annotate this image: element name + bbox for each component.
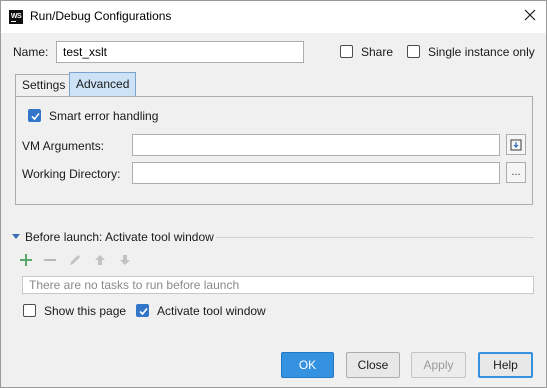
- expand-icon: [510, 139, 522, 151]
- smart-error-checkbox[interactable]: [28, 109, 41, 122]
- run-debug-dialog: WS Run/Debug Configurations Name: Share …: [0, 0, 547, 388]
- tab-advanced[interactable]: Advanced: [69, 72, 137, 96]
- show-page-label: Show this page: [44, 304, 127, 318]
- expand-vm-args-button[interactable]: [506, 134, 526, 155]
- share-label: Share: [361, 45, 394, 59]
- working-dir-input[interactable]: [132, 162, 500, 184]
- checkmark-icon: [31, 112, 40, 121]
- window-title: Run/Debug Configurations: [30, 9, 172, 23]
- close-button[interactable]: Close: [346, 352, 400, 378]
- name-input[interactable]: [56, 41, 304, 63]
- remove-icon[interactable]: [43, 253, 57, 267]
- section-divider: [216, 237, 534, 238]
- empty-tasks-text: There are no tasks to run before launch: [29, 278, 240, 292]
- add-icon[interactable]: [19, 253, 33, 267]
- checkmark-icon: [139, 307, 148, 316]
- advanced-panel: Smart error handling VM Arguments: Worki…: [15, 96, 533, 205]
- browse-directory-button[interactable]: ...: [506, 162, 526, 183]
- move-down-icon[interactable]: [118, 253, 132, 267]
- close-icon[interactable]: [522, 7, 538, 23]
- share-checkbox[interactable]: [340, 45, 353, 58]
- vm-args-label: VM Arguments:: [22, 139, 105, 153]
- help-button[interactable]: Help: [478, 352, 533, 378]
- before-launch-title[interactable]: Before launch: Activate tool window: [25, 230, 214, 244]
- collapse-triangle-icon[interactable]: [12, 234, 20, 239]
- name-label: Name:: [13, 45, 49, 59]
- show-page-checkbox[interactable]: [23, 304, 36, 317]
- activate-tool-window-label: Activate tool window: [157, 304, 266, 318]
- before-launch-task-list[interactable]: There are no tasks to run before launch: [22, 276, 534, 294]
- activate-tool-window-checkbox[interactable]: [136, 304, 149, 317]
- vm-args-input[interactable]: [132, 134, 500, 156]
- apply-button[interactable]: Apply: [411, 352, 466, 378]
- working-dir-label: Working Directory:: [22, 167, 121, 181]
- ok-button[interactable]: OK: [281, 352, 334, 378]
- single-instance-label: Single instance only: [428, 45, 535, 59]
- smart-error-label: Smart error handling: [49, 109, 159, 123]
- edit-icon[interactable]: [68, 253, 82, 267]
- webstorm-app-icon: WS: [9, 10, 23, 24]
- title-bar: WS Run/Debug Configurations: [1, 1, 546, 33]
- tab-settings[interactable]: Settings: [15, 74, 73, 96]
- move-up-icon[interactable]: [93, 253, 107, 267]
- single-instance-checkbox[interactable]: [407, 45, 420, 58]
